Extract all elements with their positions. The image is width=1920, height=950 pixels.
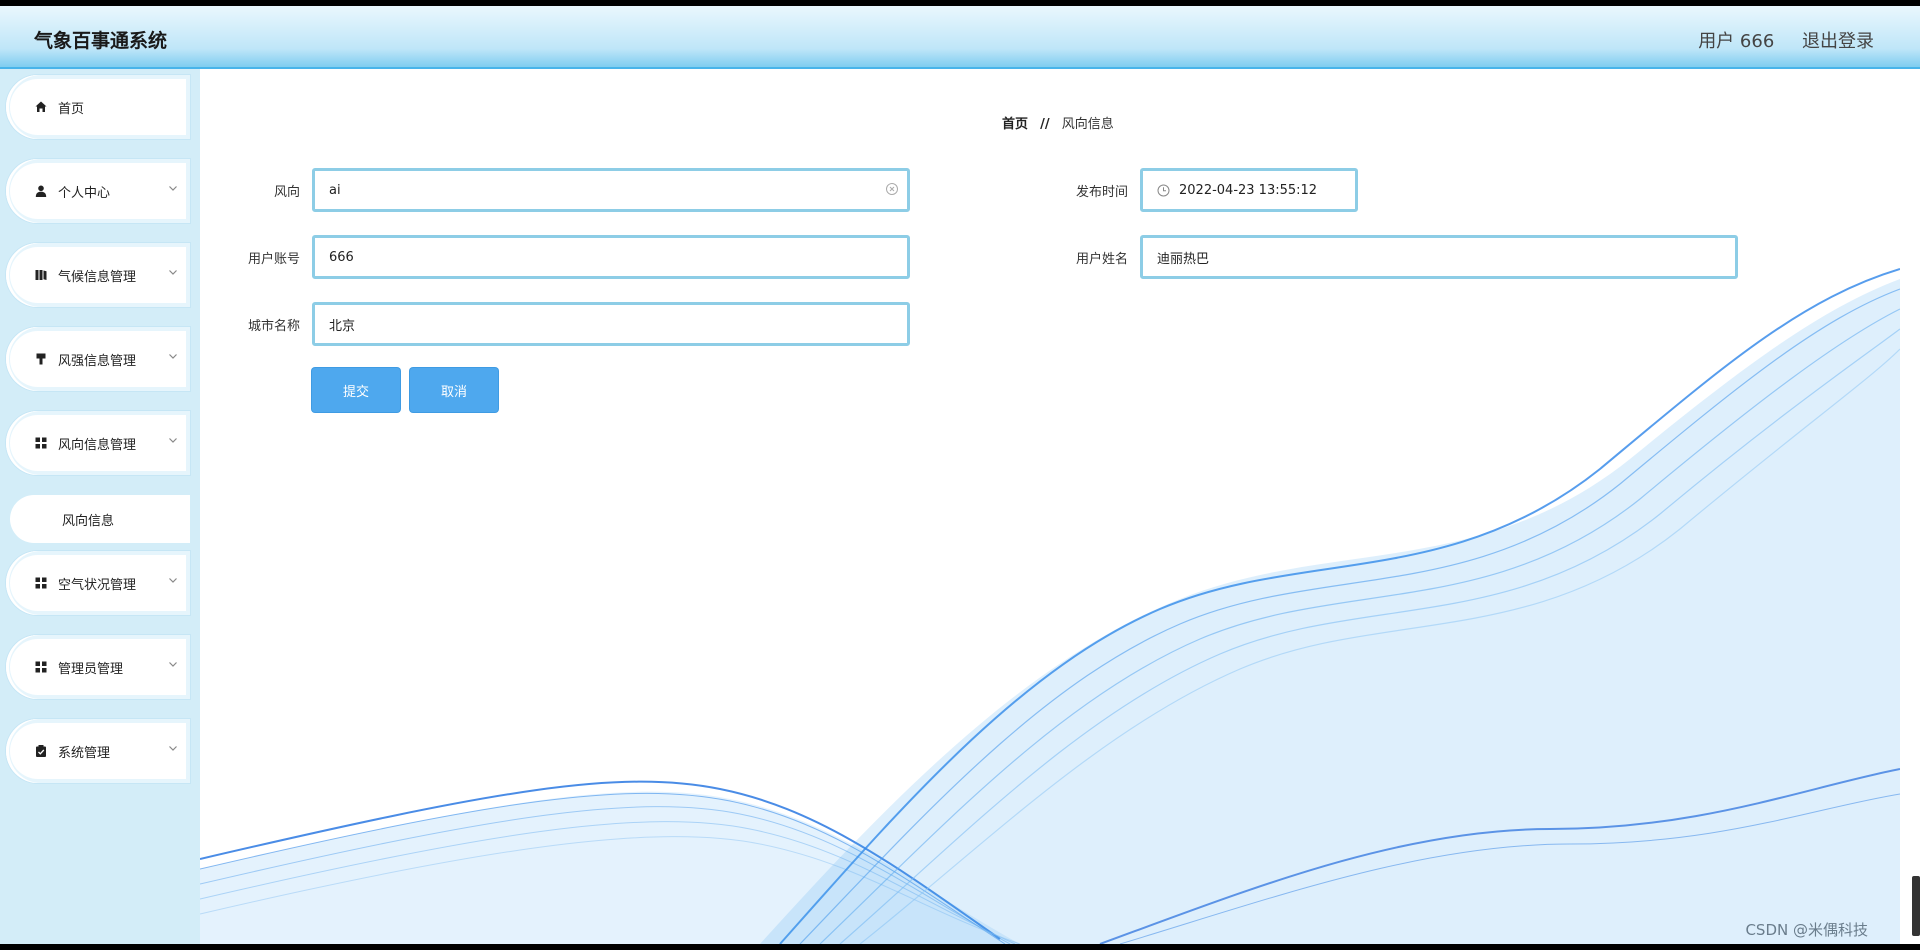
sidebar-item-climate-info[interactable]: 气候信息管理 <box>6 243 190 307</box>
user-name-label: 用户姓名 <box>1075 252 1128 267</box>
chevron-down-icon <box>169 662 177 667</box>
clock-icon <box>1157 184 1170 196</box>
sidebar-item-admin-management[interactable]: 管理员管理 <box>6 635 190 699</box>
sidebar: 首页 个人中心 气候信息管理 风强信息管理 风向信息管理 风向信息 空气状况管理… <box>0 69 200 944</box>
header-user-area: 用户 666 退出登录 <box>1676 27 1874 53</box>
sidebar-item-label: 气候信息管理 <box>58 269 137 285</box>
brush-icon <box>34 352 48 366</box>
current-user-label: 用户 666 <box>1698 31 1775 52</box>
user-account-label: 用户账号 <box>247 252 300 267</box>
breadcrumb-current: 风向信息 <box>1061 117 1114 132</box>
grid-icon <box>34 436 48 450</box>
user-name-input[interactable] <box>1157 249 1735 265</box>
user-account-field[interactable] <box>312 235 910 279</box>
chevron-down-icon <box>169 186 177 191</box>
chevron-down-icon <box>169 746 177 751</box>
scrollbar-thumb[interactable] <box>1912 876 1920 936</box>
top-header: 气象百事通系统 用户 666 退出登录 <box>0 6 1920 69</box>
sidebar-item-label: 空气状况管理 <box>58 577 137 593</box>
home-icon <box>34 100 48 114</box>
submit-button[interactable]: 提交 <box>312 368 400 412</box>
app-title: 气象百事通系统 <box>34 30 168 52</box>
book-icon <box>34 268 48 282</box>
breadcrumb-home[interactable]: 首页 <box>1002 117 1028 132</box>
sidebar-item-label: 首页 <box>58 101 85 117</box>
cancel-button[interactable]: 取消 <box>410 368 498 412</box>
main-content: 首页 // 风向信息 风向 发布时间 2022-04-23 13:55:12 用… <box>200 69 1900 944</box>
publish-time-label: 发布时间 <box>1075 185 1128 200</box>
app-window: 气象百事通系统 用户 666 退出登录 首页 个人中心 气候信息管理 风强信息管… <box>0 6 1920 944</box>
sidebar-item-label: 系统管理 <box>58 745 111 761</box>
city-name-field[interactable] <box>312 302 910 346</box>
publish-time-value: 2022-04-23 13:55:12 <box>1179 182 1318 198</box>
publish-time-field[interactable]: 2022-04-23 13:55:12 <box>1140 168 1358 212</box>
watermark: CSDN @米偶科技 <box>1745 921 1868 939</box>
breadcrumb: 首页 // 风向信息 <box>1002 113 1114 132</box>
sidebar-item-label: 管理员管理 <box>58 661 124 677</box>
right-scroll-gutter <box>1900 69 1920 944</box>
clear-icon[interactable] <box>885 182 899 196</box>
sidebar-item-label: 个人中心 <box>58 185 111 201</box>
grid-icon <box>34 660 48 674</box>
wind-direction-field[interactable] <box>312 168 910 212</box>
user-name-field[interactable] <box>1140 235 1738 279</box>
chevron-down-icon <box>169 578 177 583</box>
sidebar-subitem-label: 风向信息 <box>62 513 115 529</box>
user-account-input[interactable] <box>329 249 907 265</box>
sidebar-item-label: 风向信息管理 <box>58 437 137 453</box>
clipboard-icon <box>34 744 48 758</box>
chevron-down-icon <box>169 438 177 443</box>
sidebar-item-system-management[interactable]: 系统管理 <box>6 719 190 783</box>
grid-icon <box>34 576 48 590</box>
city-name-label: 城市名称 <box>247 319 300 334</box>
city-name-input[interactable] <box>329 316 907 332</box>
sidebar-item-wind-strength[interactable]: 风强信息管理 <box>6 327 190 391</box>
user-icon <box>34 184 48 198</box>
sidebar-item-personal-center[interactable]: 个人中心 <box>6 159 190 223</box>
sidebar-item-wind-direction[interactable]: 风向信息管理 <box>6 411 190 475</box>
sidebar-item-label: 风强信息管理 <box>58 353 137 369</box>
sidebar-item-air-quality[interactable]: 空气状况管理 <box>6 551 190 615</box>
sidebar-subitem-wind-direction-info[interactable]: 风向信息 <box>10 495 190 543</box>
breadcrumb-separator: // <box>1040 117 1050 132</box>
chevron-down-icon <box>169 354 177 359</box>
sidebar-item-home[interactable]: 首页 <box>6 75 190 139</box>
logout-link[interactable]: 退出登录 <box>1802 31 1874 52</box>
wind-direction-label: 风向 <box>273 185 300 200</box>
chevron-down-icon <box>169 270 177 275</box>
wind-direction-input[interactable] <box>329 182 907 198</box>
